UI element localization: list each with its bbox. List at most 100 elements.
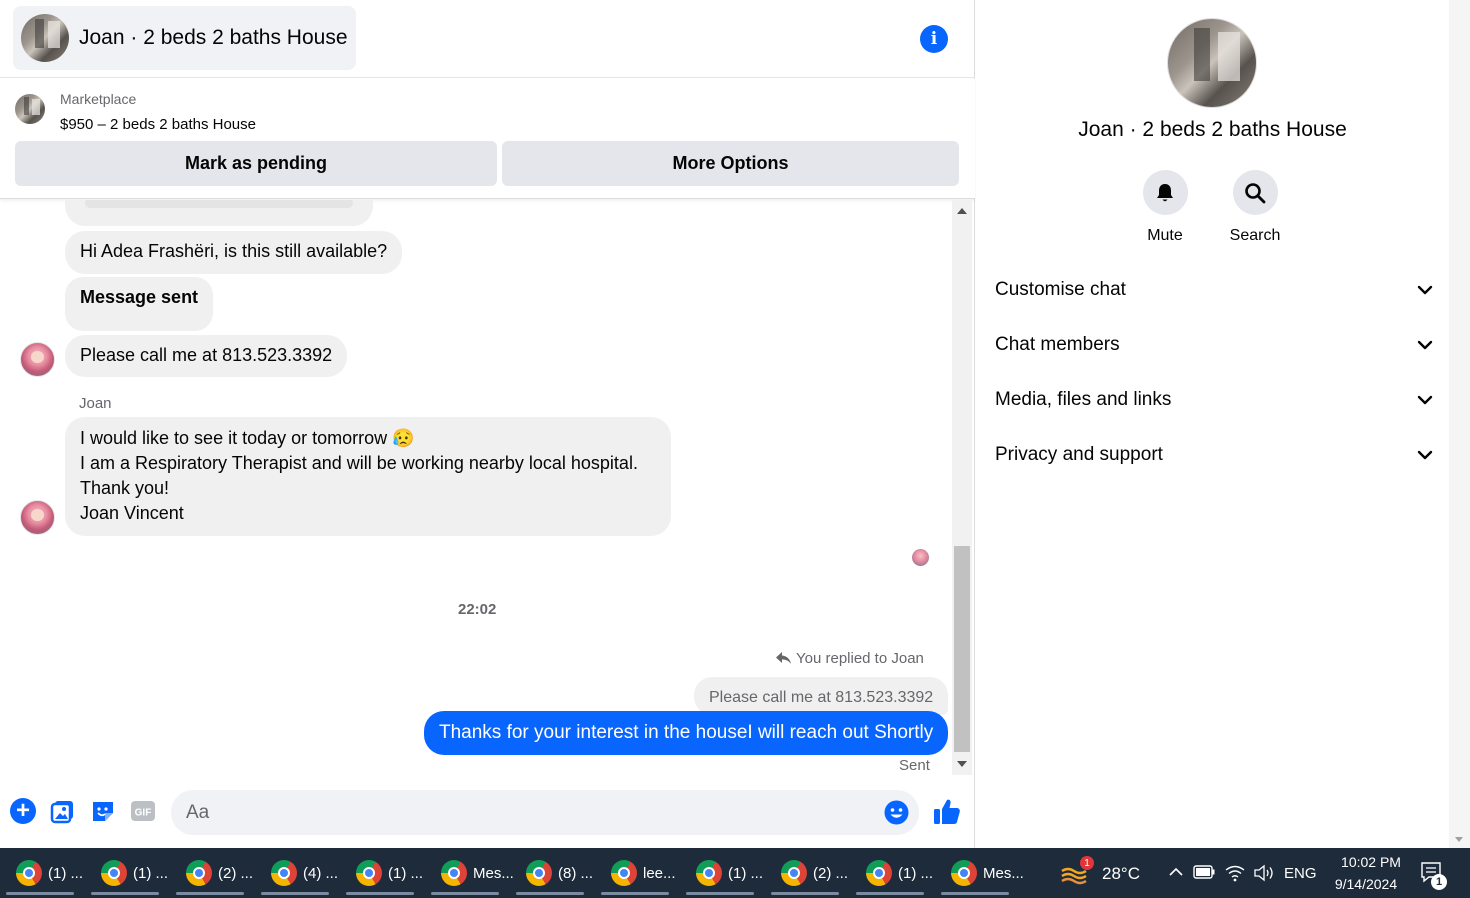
- message-bubble-partial: [65, 200, 373, 226]
- chrome-icon: [696, 860, 722, 886]
- section-label: Privacy and support: [995, 444, 1163, 465]
- listing-source: Marketplace: [60, 91, 137, 107]
- emoji-icon[interactable]: [884, 800, 909, 825]
- gif-icon[interactable]: GIF: [130, 798, 156, 824]
- taskbar-chrome-window[interactable]: (8) ...: [510, 851, 593, 895]
- seen-receipt-avatar: [912, 549, 929, 566]
- system-tray: 1 28°C ENG 10:02 PM 9/14/2024 1: [1050, 848, 1470, 898]
- taskbar-chrome-window[interactable]: Mes...: [425, 851, 514, 895]
- taskbar-chrome-window[interactable]: (2) ...: [170, 851, 253, 895]
- mute-button-circle[interactable]: [1142, 170, 1188, 215]
- reply-context: You replied to Joan: [776, 650, 924, 667]
- message-line: Thank you!: [80, 478, 170, 498]
- listing-photo-avatar: [21, 14, 69, 62]
- listing-price-title[interactable]: $950 – 2 beds 2 baths House: [60, 116, 256, 133]
- reply-icon: [776, 652, 791, 664]
- taskbar-chrome-window[interactable]: Mes...: [935, 851, 1024, 895]
- svg-text:GIF: GIF: [135, 808, 152, 819]
- chat-title: Joan · 2 beds 2 baths House: [79, 26, 348, 49]
- message-bubble: Hi Adea Frashëri, is this still availabl…: [65, 231, 403, 274]
- search-label: Search: [1229, 227, 1281, 244]
- clock-time[interactable]: 10:02 PM: [1335, 854, 1407, 870]
- message-input[interactable]: [171, 790, 919, 835]
- notification-count-badge: 1: [1431, 874, 1447, 890]
- chat-photo-avatar[interactable]: [1167, 18, 1257, 108]
- taskbar-chrome-window[interactable]: (1) ...: [0, 851, 84, 895]
- chrome-icon: [186, 860, 212, 886]
- chevron-down-icon: [1417, 450, 1433, 460]
- wifi-icon[interactable]: [1225, 864, 1245, 882]
- section-media-files-links[interactable]: Media, files and links: [995, 380, 1435, 420]
- message-bubble: Please call me at 813.523.3392: [65, 335, 348, 377]
- chrome-icon: [271, 860, 297, 886]
- mute-button[interactable]: Mute: [1125, 170, 1205, 245]
- taskbar-label: (1) ...: [898, 864, 934, 882]
- chat-pane: Joan · 2 beds 2 baths House i Marketplac…: [0, 0, 975, 848]
- chat-header: Joan · 2 beds 2 baths House i: [0, 0, 975, 78]
- chat-info-panel: Joan · 2 beds 2 baths House Mute Search …: [976, 0, 1449, 848]
- plus-icon[interactable]: +: [10, 798, 36, 824]
- scroll-down-arrow[interactable]: [952, 757, 972, 771]
- listing-thumbnail[interactable]: [15, 94, 45, 124]
- sender-name: Joan: [79, 395, 112, 412]
- chrome-icon: [16, 860, 42, 886]
- taskbar-chrome-window[interactable]: (1) ...: [85, 851, 168, 895]
- page-scrollbar[interactable]: [1449, 0, 1470, 848]
- delivery-status: Sent: [899, 757, 930, 774]
- chrome-icon: [356, 860, 382, 886]
- search-in-chat-button[interactable]: Search: [1215, 170, 1295, 245]
- taskbar-chrome-window[interactable]: (1) ...: [680, 851, 763, 895]
- sender-avatar[interactable]: [20, 500, 55, 535]
- search-button-circle[interactable]: [1232, 170, 1278, 215]
- taskbar-chrome-window[interactable]: (1) ...: [850, 851, 934, 895]
- taskbar-chrome-window[interactable]: (1) ...: [340, 851, 423, 895]
- section-label: Chat members: [995, 334, 1120, 355]
- taskbar-chrome-window[interactable]: lee...: [595, 851, 676, 895]
- chrome-icon: [101, 860, 127, 886]
- clock-date[interactable]: 9/14/2024: [1325, 876, 1407, 892]
- taskbar-label: Mes...: [473, 864, 514, 882]
- photo-icon[interactable]: [50, 798, 76, 824]
- battery-icon[interactable]: [1193, 865, 1215, 879]
- section-customise-chat[interactable]: Customise chat: [995, 270, 1435, 310]
- temperature[interactable]: 28°C: [1102, 864, 1140, 884]
- composer: + GIF: [0, 780, 975, 848]
- taskbar-label: Mes...: [983, 864, 1024, 882]
- mute-label: Mute: [1147, 227, 1183, 244]
- section-chat-members[interactable]: Chat members: [995, 325, 1435, 365]
- messenger-window: Joan · 2 beds 2 baths House i Marketplac…: [0, 0, 1470, 898]
- message-line: I would like to see it today or tomorrow…: [80, 428, 415, 448]
- chrome-icon: [611, 860, 637, 886]
- section-label: Media, files and links: [995, 389, 1172, 410]
- taskbar-label: (4) ...: [303, 864, 339, 882]
- volume-icon[interactable]: [1253, 864, 1275, 882]
- message-bubble: I would like to see it today or tomorrow…: [65, 417, 671, 536]
- chevron-down-icon: [1417, 285, 1433, 295]
- scrollbar-thumb[interactable]: [954, 546, 970, 752]
- chat-title-button[interactable]: Joan · 2 beds 2 baths House: [13, 6, 356, 70]
- sticker-icon[interactable]: [90, 798, 116, 824]
- taskbar-chrome-window[interactable]: (2) ...: [765, 851, 849, 895]
- chevron-up-icon[interactable]: [1168, 864, 1184, 880]
- taskbar-label: lee...: [643, 864, 676, 882]
- chrome-icon: [951, 860, 977, 886]
- taskbar-label: (1) ...: [48, 864, 84, 882]
- info-icon[interactable]: i: [920, 25, 948, 53]
- message-scrollbar[interactable]: [952, 200, 972, 775]
- more-options-button[interactable]: More Options: [502, 141, 959, 186]
- mark-as-pending-button[interactable]: Mark as pending: [15, 141, 497, 186]
- taskbar-label: (2) ...: [813, 864, 849, 882]
- thumbs-up-icon[interactable]: [932, 797, 962, 827]
- taskbar-chrome-window[interactable]: (4) ...: [255, 851, 339, 895]
- section-label: Customise chat: [995, 279, 1126, 300]
- input-language[interactable]: ENG: [1284, 865, 1317, 882]
- chrome-icon: [866, 860, 892, 886]
- message-line: I am a Respiratory Therapist and will be…: [80, 453, 638, 473]
- outgoing-message-bubble: Thanks for your interest in the houseI w…: [424, 711, 949, 755]
- section-privacy-support[interactable]: Privacy and support: [995, 435, 1435, 475]
- message-sent-bubble: Message sent: [65, 277, 214, 331]
- sender-avatar[interactable]: [20, 342, 55, 377]
- scroll-up-arrow[interactable]: [952, 204, 972, 218]
- info-panel-title: Joan · 2 beds 2 baths House: [1078, 118, 1347, 141]
- quoted-message[interactable]: Please call me at 813.523.3392: [694, 677, 949, 715]
